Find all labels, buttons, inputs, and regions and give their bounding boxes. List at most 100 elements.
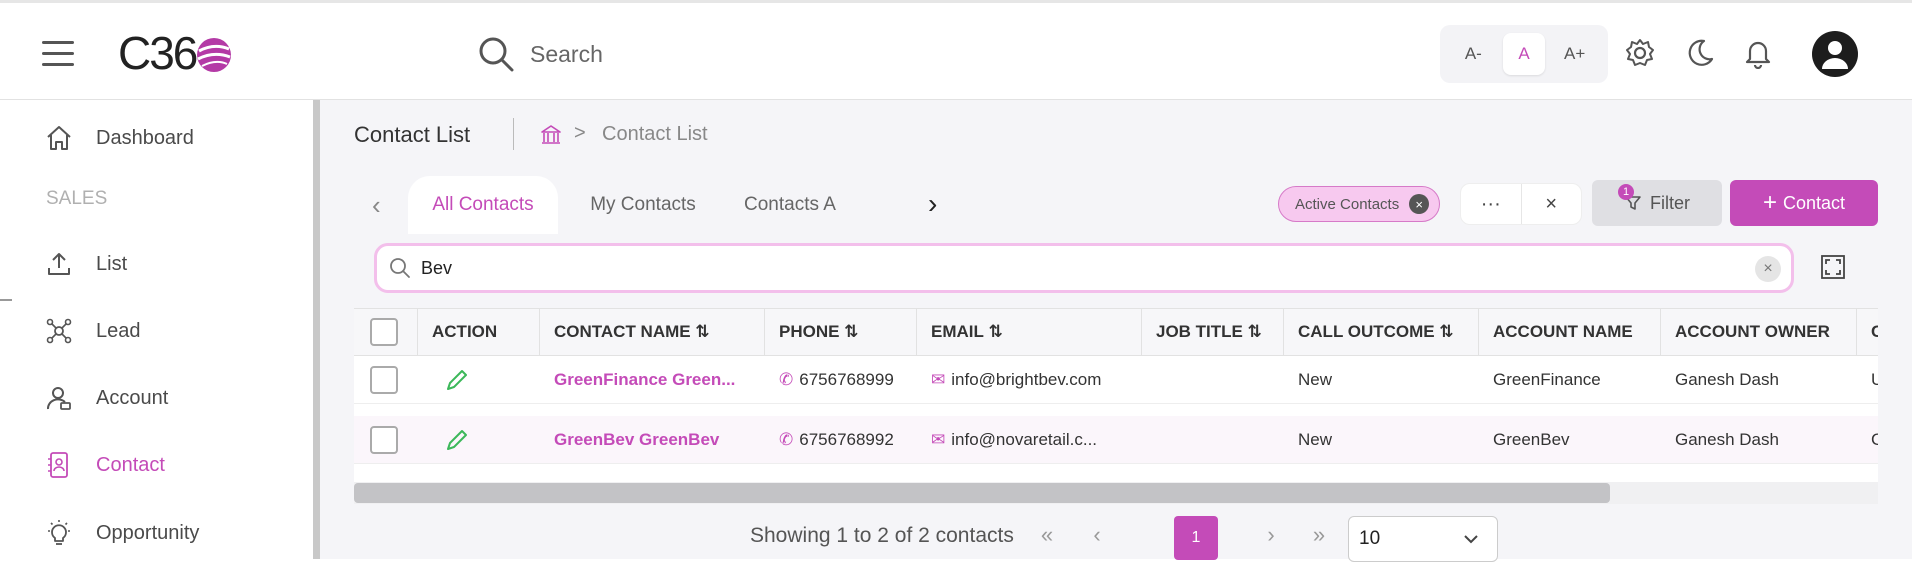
phone-icon: ✆ (779, 370, 794, 389)
network-icon (44, 316, 74, 346)
pagination: Showing 1 to 2 of 2 contacts « ‹ 1 › » 1… (320, 510, 1912, 562)
moon-icon[interactable] (1684, 37, 1716, 69)
app-logo[interactable]: C36 (118, 27, 234, 79)
sidebar-item-dashboard[interactable]: Dashboard (44, 118, 194, 158)
contacts-table: ACTION CONTACT NAME ⇅ PHONE ⇅ EMAIL ⇅ JO… (354, 308, 1878, 504)
sort-icon[interactable]: ⇅ (989, 322, 1003, 342)
column-header-label: PHONE (779, 322, 840, 341)
call-outcome-cell: New (1298, 370, 1333, 389)
title-divider (513, 118, 514, 150)
column-header-label: CONTACT NAME (554, 322, 691, 341)
filter-count-badge: 1 (1618, 184, 1634, 200)
more-options-icon[interactable]: ··· (1461, 184, 1522, 224)
logo-globe-icon (197, 38, 232, 72)
edit-pencil-icon[interactable] (444, 367, 470, 393)
email-value: info@novaretail.c... (951, 430, 1098, 449)
column-header-account-owner[interactable]: ACCOUNT OWNER (1661, 309, 1857, 355)
plus-icon: + (1762, 189, 1777, 216)
column-header-action: ACTION (418, 309, 540, 355)
sidebar-item-list[interactable]: List (44, 244, 127, 284)
sidebar-item-lead[interactable]: Lead (44, 311, 141, 351)
clear-filters-icon[interactable]: × (1522, 184, 1582, 224)
first-page-icon[interactable]: « (1032, 520, 1062, 550)
contact-name-cell[interactable]: GreenBev GreenBev (540, 416, 765, 464)
gear-icon[interactable] (1624, 37, 1656, 69)
sidebar-item-opportunity[interactable]: Opportunity (44, 513, 199, 553)
row-select-cell (354, 416, 418, 464)
sidebar-item-account[interactable]: Account (44, 378, 168, 418)
global-search[interactable]: Search (476, 33, 603, 75)
sidebar-item-contact[interactable]: Contact (44, 445, 165, 485)
horizontal-scrollbar[interactable] (354, 482, 1878, 504)
breadcrumb-separator: > (574, 122, 586, 144)
sort-icon[interactable]: ⇅ (1439, 322, 1453, 342)
contact-card-icon (44, 450, 74, 480)
grid-search-input[interactable] (421, 257, 1721, 279)
sidebar-section-label: SALES (46, 188, 108, 209)
upload-icon (44, 249, 74, 279)
hamburger-menu-icon[interactable] (42, 41, 74, 67)
scrollbar-thumb[interactable] (354, 483, 1610, 503)
chip-remove-icon[interactable]: × (1409, 194, 1430, 214)
sidebar-item-label: Account (96, 386, 169, 409)
column-header-account-name[interactable]: ACCOUNT NAME (1479, 309, 1661, 355)
page-size-value: 10 (1359, 528, 1381, 549)
user-account-icon (44, 383, 74, 413)
call-outcome-cell: New (1298, 430, 1333, 449)
clear-search-icon[interactable]: × (1755, 256, 1781, 282)
search-icon (479, 37, 514, 72)
table-row: GreenFinance Green... ✆ 6756768999 ✉ info@… (354, 356, 1878, 404)
tab-contacts-a[interactable]: Contacts A (724, 176, 864, 234)
last-page-icon[interactable]: » (1304, 520, 1334, 550)
bell-icon[interactable] (1742, 37, 1774, 69)
tab-all-contacts[interactable]: All Contacts (408, 176, 558, 234)
prev-page-icon[interactable]: ‹ (1082, 520, 1112, 550)
section-divider (0, 299, 12, 301)
select-all-checkbox[interactable] (370, 318, 398, 346)
row-checkbox[interactable] (370, 366, 398, 394)
contact-name-cell[interactable]: GreenFinance Green... (540, 356, 765, 404)
edit-pencil-icon[interactable] (444, 427, 470, 453)
email-cell: ✉ info@brightbev.com (917, 356, 1142, 404)
sort-icon[interactable]: ⇅ (1248, 322, 1262, 342)
job-title-cell (1142, 356, 1284, 404)
user-icon (1822, 41, 1848, 69)
extra-cell: C (1871, 430, 1878, 449)
current-page-button[interactable]: 1 (1174, 516, 1218, 560)
sidebar-item-label: List (96, 252, 128, 275)
next-page-icon[interactable]: › (1256, 520, 1286, 550)
fullscreen-icon[interactable] (1820, 254, 1846, 280)
job-title-cell (1142, 416, 1284, 464)
row-select-cell (354, 356, 418, 404)
column-header-job-title[interactable]: JOB TITLE ⇅ (1142, 309, 1284, 355)
page-title: Contact List (354, 122, 471, 147)
column-header-email[interactable]: EMAIL ⇅ (917, 309, 1142, 355)
column-header-phone[interactable]: PHONE ⇅ (765, 309, 917, 355)
tab-my-contacts[interactable]: My Contacts (568, 176, 718, 234)
column-header-call-outcome[interactable]: CALL OUTCOME ⇅ (1284, 309, 1479, 355)
tab-scroll-left-icon[interactable]: ‹ (372, 190, 381, 221)
font-increase-button[interactable]: A+ (1554, 33, 1596, 75)
filter-button[interactable]: 1 Filter (1592, 180, 1722, 226)
email-cell: ✉ info@novaretail.c... (917, 416, 1142, 464)
sidebar-scrollbar[interactable] (313, 100, 320, 559)
sort-icon[interactable]: ⇅ (695, 322, 709, 342)
envelope-icon: ✉ (931, 370, 946, 389)
user-avatar[interactable] (1812, 31, 1858, 77)
column-header-more[interactable]: C (1857, 309, 1878, 355)
column-header-contact-name[interactable]: CONTACT NAME ⇅ (540, 309, 765, 355)
top-bar: C36 Search A- A A+ (0, 0, 1912, 100)
sort-icon[interactable]: ⇅ (844, 322, 858, 342)
row-checkbox[interactable] (370, 426, 398, 454)
page-size-select[interactable]: 10 (1348, 516, 1498, 562)
breadcrumb-home-icon[interactable] (540, 124, 562, 146)
font-decrease-button[interactable]: A- (1452, 33, 1494, 75)
phone-value: 6756768992 (799, 430, 894, 449)
add-contact-button[interactable]: + Contact (1730, 180, 1878, 226)
main-content: Contact List > Contact List ‹ All Contac… (320, 100, 1912, 562)
lightbulb-icon (44, 518, 74, 548)
tab-scroll-right-icon[interactable]: › (928, 188, 937, 220)
action-cell (418, 356, 540, 404)
chip-label: Active Contacts (1295, 195, 1400, 213)
font-normal-button[interactable]: A (1502, 33, 1545, 75)
